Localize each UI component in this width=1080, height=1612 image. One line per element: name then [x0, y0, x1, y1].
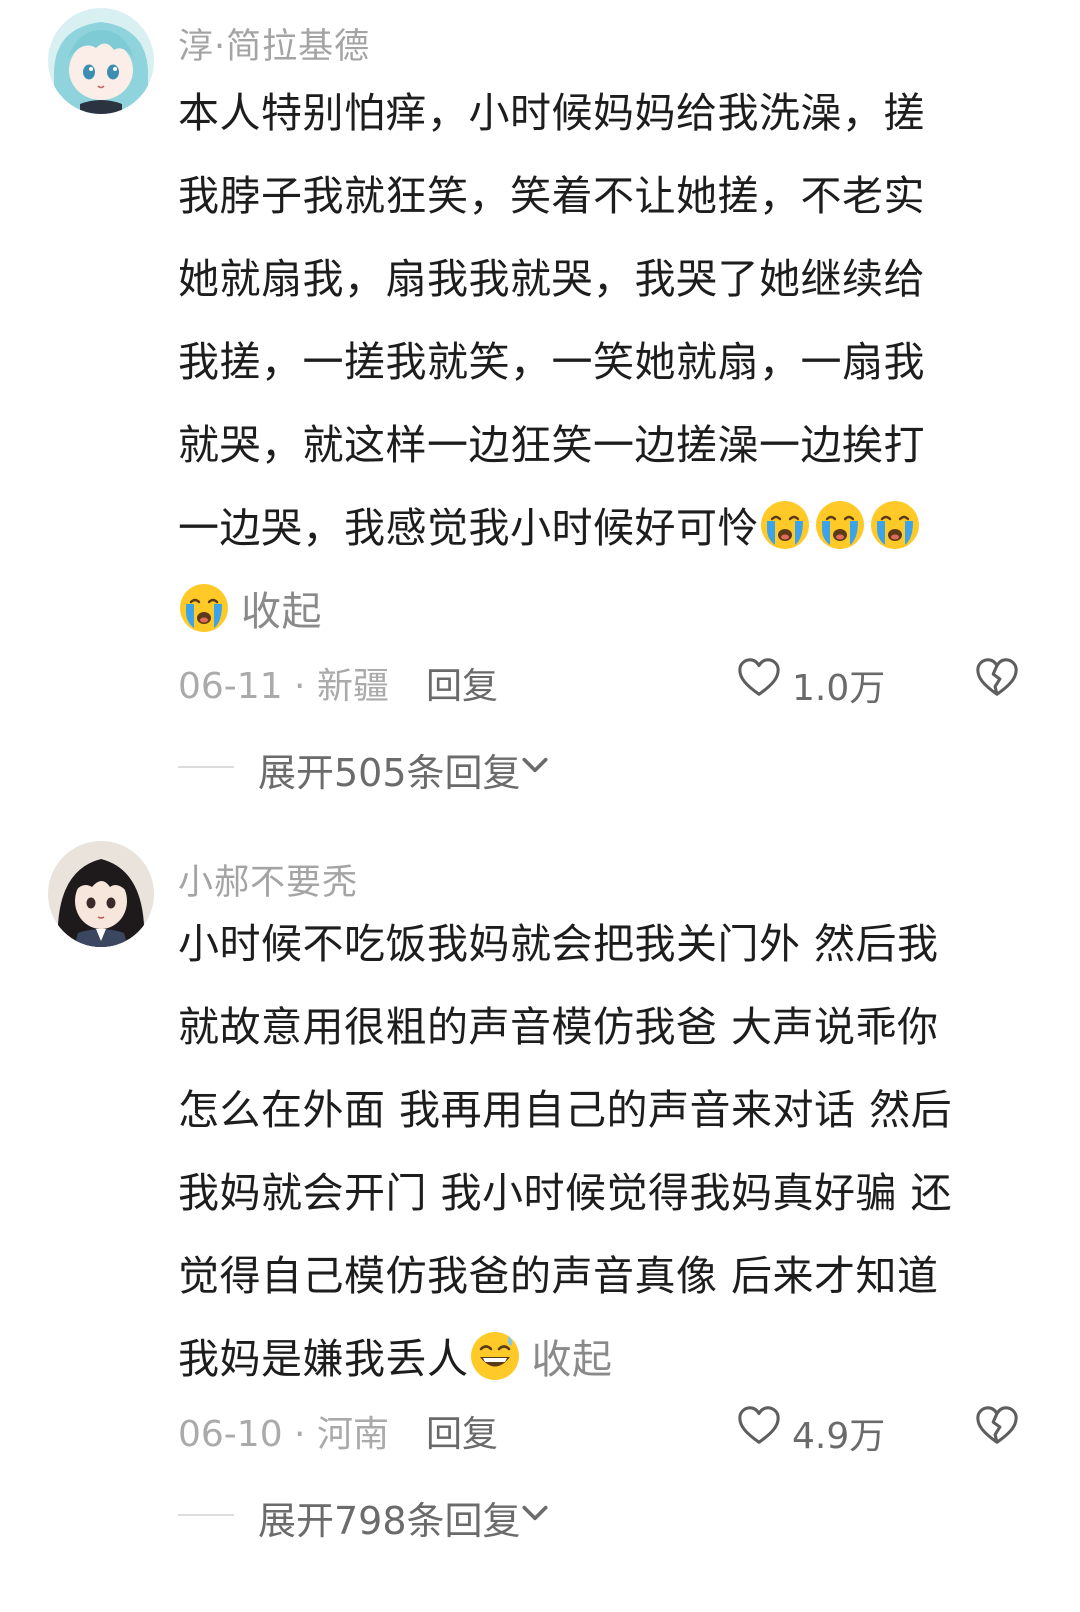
comment-line: 就故意用很粗的声音模仿我爸 大声说乖你	[178, 1003, 939, 1051]
comment-line-with-emoji: 我妈是嫌我丢人 收起	[178, 1318, 978, 1402]
crying-emoji-icon	[869, 499, 921, 551]
comment-line: 她就扇我，扇我我就哭，我哭了她继续给	[178, 255, 925, 303]
collapse-link[interactable]: 收起	[532, 1337, 613, 1383]
reply-button[interactable]: 回复	[426, 1405, 498, 1457]
comment-line-text: 一边哭，我感觉我小时候好可怜	[178, 504, 759, 552]
date-location: 06-11 · 新疆	[178, 666, 389, 707]
expand-replies-label: 展开798条回复	[258, 1499, 521, 1543]
avatar[interactable]	[48, 8, 154, 114]
comment-line: 就哭，就这样一边狂笑一边搓澡一边挨打	[178, 421, 925, 469]
comment-line-collapse: 收起	[178, 570, 978, 654]
date-location: 06-10 · 河南	[178, 1414, 389, 1455]
like-count: 1.0万	[792, 668, 886, 709]
comment-line: 怎么在外面 我再用自己的声音来对话 然后	[178, 1086, 953, 1134]
comment-text: 小时候不吃饭我妈就会把我关门外 然后我 就故意用很粗的声音模仿我爸 大声说乖你 …	[178, 903, 978, 1402]
crying-emoji-icon	[759, 499, 811, 551]
chevron-down-icon	[520, 750, 550, 780]
divider-line	[178, 766, 234, 768]
chevron-down-icon	[520, 1498, 550, 1528]
username[interactable]: 淳·简拉基德	[178, 18, 370, 69]
comment-meta-row: 06-10 · 河南 回复 4.9万	[178, 1403, 1020, 1457]
comment-line: 本人特别怕痒，小时候妈妈给我洗澡，搓	[178, 89, 925, 137]
crying-emoji-icon	[814, 499, 866, 551]
comment-line-text: 我妈是嫌我丢人	[178, 1335, 469, 1383]
comment-text: 本人特别怕痒，小时候妈妈给我洗澡，搓 我脖子我就狂笑，笑着不让她搓，不老实 她就…	[178, 72, 978, 654]
collapse-link[interactable]: 收起	[241, 589, 322, 635]
grinning-sweat-emoji-icon	[469, 1330, 521, 1382]
comment-line: 我搓，一搓我就笑，一笑她就扇，一扇我	[178, 338, 925, 386]
expand-replies-label: 展开505条回复	[258, 751, 521, 795]
heart-icon	[736, 1403, 782, 1449]
crying-emoji-icon	[178, 582, 230, 634]
comment-meta-row: 06-11 · 新疆 回复 1.0万	[178, 655, 1020, 709]
username[interactable]: 小郝不要秃	[178, 854, 358, 905]
comment-line: 觉得自己模仿我爸的声音真像 后来才知道	[178, 1252, 939, 1300]
comment-line: 小时候不吃饭我妈就会把我关门外 然后我	[178, 920, 939, 968]
divider-line	[178, 1514, 234, 1516]
comment-line: 我妈就会开门 我小时候觉得我妈真好骗 还	[178, 1169, 953, 1217]
like-count: 4.9万	[792, 1416, 886, 1457]
comment-line-with-emoji: 一边哭，我感觉我小时候好可怜	[178, 487, 978, 570]
comment-line: 我脖子我就狂笑，笑着不让她搓，不老实	[178, 172, 925, 220]
broken-heart-icon[interactable]	[974, 1403, 1020, 1449]
heart-icon	[736, 655, 782, 701]
avatar[interactable]	[48, 841, 154, 947]
broken-heart-icon[interactable]	[974, 655, 1020, 701]
reply-button[interactable]: 回复	[426, 657, 498, 709]
